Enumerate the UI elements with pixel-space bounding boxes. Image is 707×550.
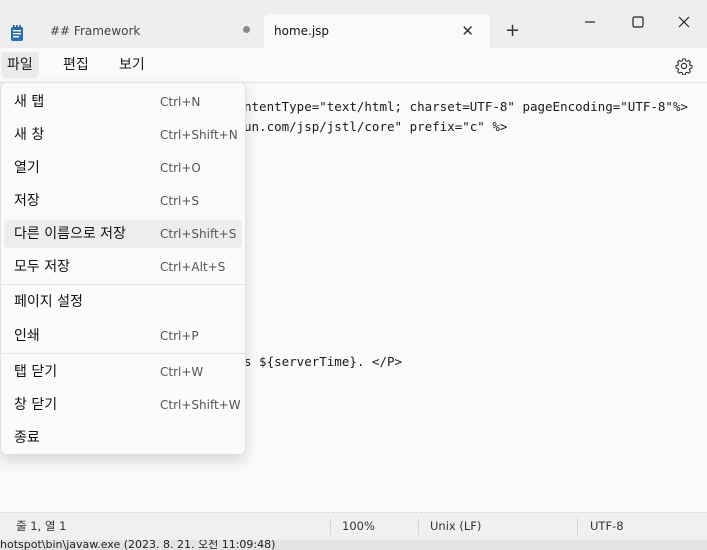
menu-item-close-tab[interactable]: 탭 닫기 Ctrl+W xyxy=(4,358,242,386)
menu-item-save-as[interactable]: 다른 이름으로 저장 Ctrl+Shift+S xyxy=(4,220,242,248)
menu-bar: 파일 편집 보기 xyxy=(0,48,707,82)
cursor-position[interactable]: 줄 1, 열 1 xyxy=(16,513,66,540)
code-line: un.com/jsp/jstl/core" prefix="c" %> xyxy=(244,119,508,134)
tab-home-jsp[interactable]: home.jsp ✕ xyxy=(264,14,490,48)
menu-file[interactable]: 파일 xyxy=(1,52,39,78)
menu-item-new-window[interactable]: 새 창 Ctrl+Shift+N xyxy=(4,121,242,149)
minimize-icon[interactable] xyxy=(580,12,600,32)
tab-label: home.jsp xyxy=(274,24,330,38)
menu-item-label: 인쇄 xyxy=(14,328,40,344)
menu-item-label: 저장 xyxy=(14,193,40,209)
tab-label: ## Framework xyxy=(50,24,141,38)
menu-item-label: 종료 xyxy=(14,430,40,446)
menu-item-shortcut: Ctrl+W xyxy=(160,365,204,379)
maximize-icon[interactable] xyxy=(628,12,648,32)
status-bar: 줄 1, 열 1 100% Unix (LF) UTF-8 xyxy=(0,512,707,540)
menu-item-shortcut: Ctrl+Shift+W xyxy=(160,398,241,412)
menu-item-shortcut: Ctrl+Shift+S xyxy=(160,227,237,241)
encoding[interactable]: UTF-8 xyxy=(590,513,624,540)
status-divider xyxy=(330,518,331,535)
code-line: s ${serverTime}. </P> xyxy=(244,354,403,369)
menu-item-save[interactable]: 저장 Ctrl+S xyxy=(4,187,242,215)
menu-item-open[interactable]: 열기 Ctrl+O xyxy=(4,154,242,182)
menu-item-close-window[interactable]: 창 닫기 Ctrl+Shift+W xyxy=(4,391,242,419)
notepad-app-icon xyxy=(11,25,23,41)
process-label: hotspot\bin\javaw.exe (2023. 8. 21. 오전 1… xyxy=(0,540,276,550)
status-divider xyxy=(577,518,578,535)
console-title-strip: hotspot\bin\javaw.exe (2023. 8. 21. 오전 1… xyxy=(0,540,707,550)
menu-item-shortcut: Ctrl+O xyxy=(160,161,201,175)
menu-item-page-setup[interactable]: 페이지 설정 xyxy=(4,288,242,316)
code-line: ntentType="text/html; charset=UTF-8" pag… xyxy=(244,99,689,114)
menu-item-save-all[interactable]: 모두 저장 Ctrl+Alt+S xyxy=(4,253,242,281)
close-window-icon[interactable] xyxy=(674,12,694,32)
line-ending[interactable]: Unix (LF) xyxy=(430,513,481,540)
menu-edit[interactable]: 편집 xyxy=(57,52,95,78)
status-divider xyxy=(418,518,419,535)
file-menu-dropdown: 새 탭 Ctrl+N 새 창 Ctrl+Shift+N 열기 Ctrl+O 저장… xyxy=(0,82,246,455)
new-tab-plus-icon[interactable]: + xyxy=(505,22,520,40)
menu-item-label: 열기 xyxy=(14,160,40,176)
menu-item-label: 창 닫기 xyxy=(14,397,58,413)
menu-item-label: 다른 이름으로 저장 xyxy=(14,226,126,242)
menu-item-shortcut: Ctrl+Alt+S xyxy=(160,260,226,274)
menu-item-shortcut: Ctrl+P xyxy=(160,329,199,343)
menu-item-label: 탭 닫기 xyxy=(14,364,58,380)
menu-item-label: 모두 저장 xyxy=(14,259,70,275)
menu-divider xyxy=(1,284,245,285)
menu-item-new-tab[interactable]: 새 탭 Ctrl+N xyxy=(4,88,242,116)
settings-gear-icon[interactable] xyxy=(675,57,693,75)
unsaved-dot-icon xyxy=(243,26,250,33)
menu-item-shortcut: Ctrl+S xyxy=(160,194,200,208)
menu-view[interactable]: 보기 xyxy=(113,52,151,78)
title-bar: ## Framework home.jsp ✕ + xyxy=(0,0,707,48)
tab-framework[interactable]: ## Framework xyxy=(36,14,262,48)
menu-item-label: 페이지 설정 xyxy=(14,294,83,310)
menu-item-shortcut: Ctrl+Shift+N xyxy=(160,128,238,142)
close-tab-icon[interactable]: ✕ xyxy=(461,23,474,39)
menu-item-print[interactable]: 인쇄 Ctrl+P xyxy=(4,322,242,350)
menu-item-shortcut: Ctrl+N xyxy=(160,95,201,109)
zoom-level[interactable]: 100% xyxy=(342,513,375,540)
menu-divider xyxy=(1,353,245,354)
menu-item-label: 새 창 xyxy=(14,127,45,143)
menu-item-exit[interactable]: 종료 xyxy=(4,424,242,452)
menu-item-label: 새 탭 xyxy=(14,94,45,110)
